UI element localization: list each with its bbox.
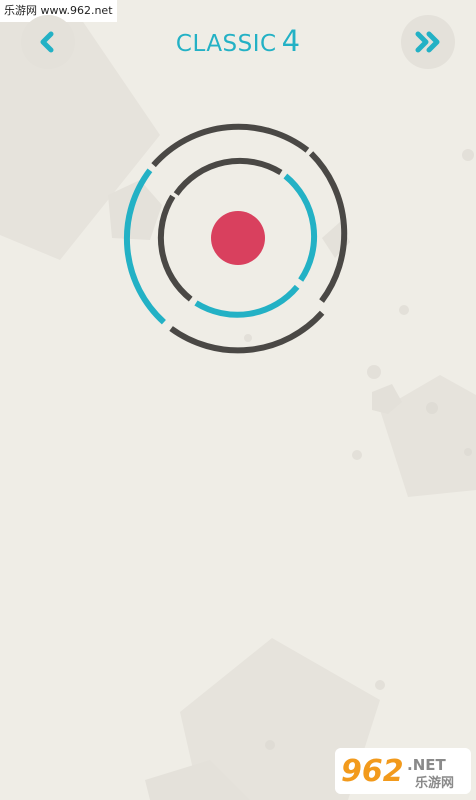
- red-ball: [211, 211, 265, 265]
- logo-graphic: 962 .NET 乐游网: [335, 748, 471, 794]
- game-board[interactable]: [0, 0, 476, 800]
- logo-chinese: 乐游网: [415, 775, 454, 791]
- inner-ring-cyan-bottom: [194, 284, 300, 318]
- logo-suffix: .NET: [407, 756, 446, 774]
- outer-ring-dark-bottom: [169, 310, 325, 354]
- logo-brand: 962: [341, 754, 404, 789]
- inner-ring-dark-left: [157, 194, 193, 302]
- site-logo: 962 .NET 乐游网: [335, 748, 471, 794]
- inner-ring-cyan-right: [283, 173, 318, 282]
- inner-ring-dark-top: [173, 157, 283, 196]
